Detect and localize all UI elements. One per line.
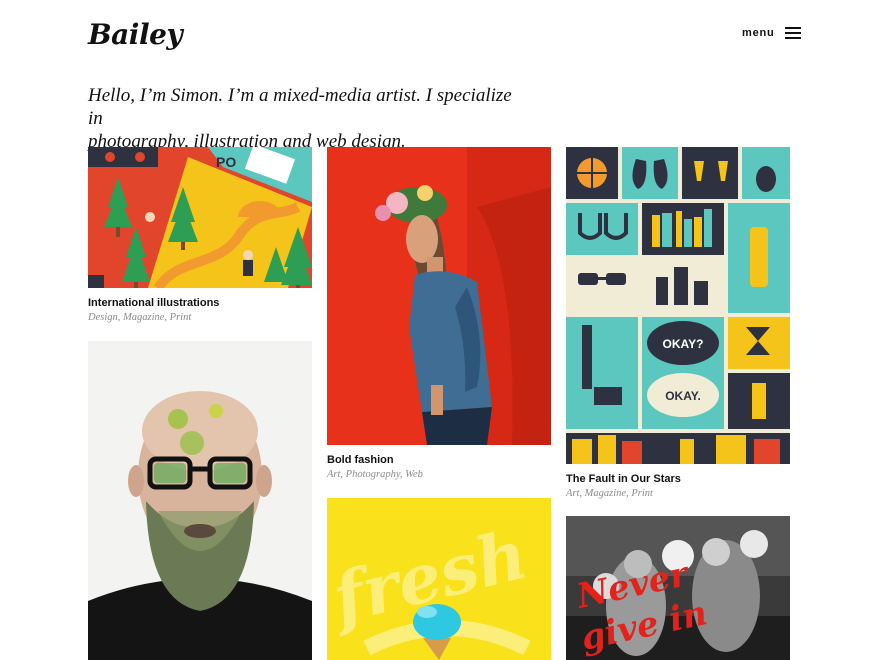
project-tags: Design, Magazine, Print — [88, 312, 192, 323]
project-card-bold-fashion[interactable]: Bold fashion Art, Photography, Web — [327, 147, 551, 480]
project-thumbnail-lettering[interactable]: fresh — [327, 498, 551, 660]
boxing-photo: Never give in — [566, 516, 790, 660]
sign-text: PO — [216, 154, 236, 170]
menu-button[interactable]: menu — [742, 24, 801, 42]
project-card-portrait[interactable] — [88, 341, 312, 660]
project-thumbnail-illustrations[interactable]: PO — [88, 147, 312, 288]
project-title[interactable]: Bold fashion — [327, 454, 551, 466]
project-title[interactable]: The Fault in Our Stars — [566, 473, 790, 485]
project-card-boxing[interactable]: Never give in — [566, 516, 790, 660]
project-card-international-illustrations[interactable]: PO International illustrations Design, M… — [88, 147, 312, 323]
project-tags: Art, Photography, Web — [327, 469, 423, 480]
lettering-artwork: fresh — [327, 498, 551, 660]
project-thumbnail-boxing[interactable]: Never give in — [566, 516, 790, 660]
project-title[interactable]: International illustrations — [88, 297, 312, 309]
portrait-photo — [88, 341, 312, 660]
menu-label: menu — [742, 27, 775, 39]
project-thumbnail-fault-in-our-stars[interactable]: OKAY? OKAY. — [566, 147, 790, 464]
project-card-fault-in-our-stars[interactable]: OKAY? OKAY. The Fault in Our Stars Art, … — [566, 147, 790, 499]
hamburger-icon — [784, 27, 801, 39]
icon-grid-artwork: OKAY? OKAY. — [566, 147, 790, 464]
project-thumbnail-portrait[interactable] — [88, 341, 312, 660]
project-tags: Art, Magazine, Print — [566, 488, 653, 499]
illustration-artwork: PO — [88, 147, 312, 288]
intro-line-1: Hello, I’m Simon. I’m a mixed-media arti… — [88, 85, 512, 129]
site-logo[interactable]: Bailey — [88, 18, 183, 51]
intro-text: Hello, I’m Simon. I’m a mixed-media arti… — [88, 84, 528, 153]
cloud-top-text: OKAY? — [663, 337, 704, 351]
fashion-photo — [327, 147, 551, 445]
project-thumbnail-fashion[interactable] — [327, 147, 551, 445]
project-card-fresh-lettering[interactable]: fresh — [327, 498, 551, 660]
